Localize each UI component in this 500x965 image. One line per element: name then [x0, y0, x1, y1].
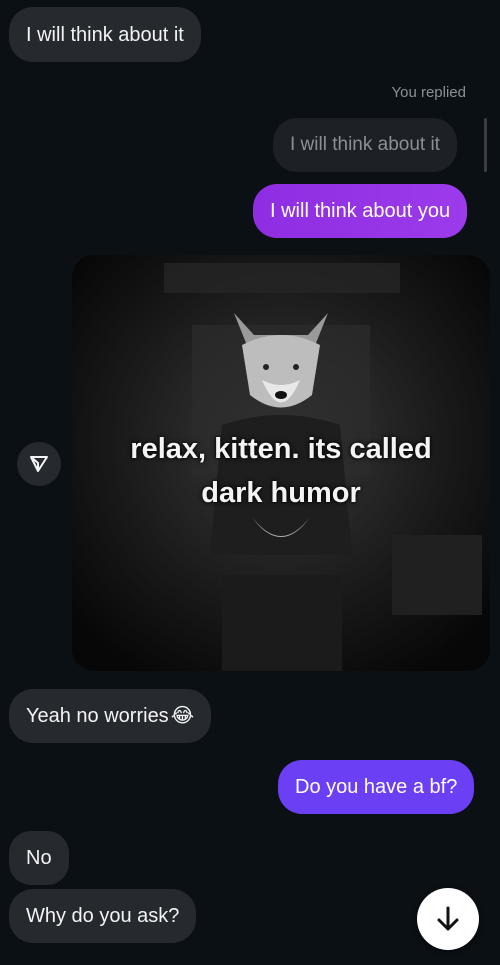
message-text: Yeah no worries: [26, 705, 169, 727]
gif-caption: relax, kitten. its called dark humor: [130, 433, 432, 509]
quoted-reply-bubble[interactable]: I will think about it: [273, 118, 457, 172]
message-incoming[interactable]: Why do you ask?: [9, 889, 197, 943]
scroll-to-bottom-button[interactable]: [417, 888, 479, 950]
message-incoming[interactable]: I will think about it: [9, 7, 201, 62]
message-text: Why do you ask?: [26, 905, 180, 927]
message-text: Do you have a bf?: [295, 776, 458, 798]
arrow-down-icon: [437, 906, 459, 931]
message-incoming[interactable]: Yeah no worries 😂: [9, 689, 212, 743]
share-button[interactable]: [17, 442, 61, 486]
send-triangle-icon: [30, 456, 48, 472]
message-incoming[interactable]: No: [9, 831, 69, 885]
scroll-indicator[interactable]: [484, 118, 487, 172]
quoted-text: I will think about it: [290, 134, 440, 155]
message-outgoing[interactable]: Do you have a bf?: [278, 760, 475, 814]
reply-label: You replied: [391, 84, 466, 101]
gif-message[interactable]: relax, kitten. its called dark humor: [72, 255, 490, 671]
message-text: I will think about you: [270, 200, 451, 222]
message-outgoing[interactable]: I will think about you: [253, 184, 468, 238]
laughing-emoji-icon: 😂: [170, 705, 195, 727]
message-text: I will think about it: [26, 23, 184, 46]
message-text: No: [26, 847, 52, 869]
